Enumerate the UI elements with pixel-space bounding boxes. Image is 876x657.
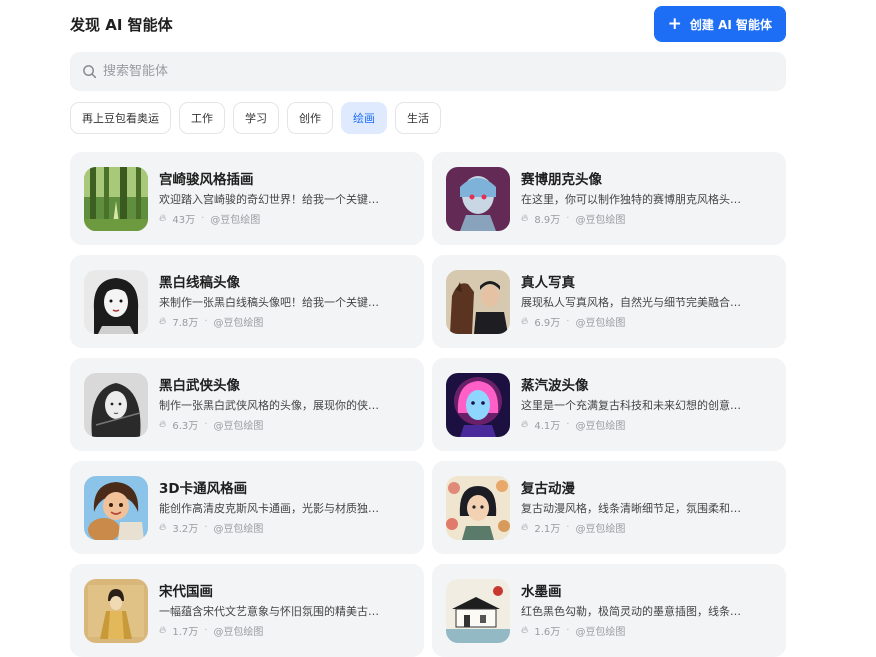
agent-title: 宋代国画 [159, 584, 213, 600]
agent-card-portrait[interactable]: 真人写真 展现私人写真风格，自然光与细节完美融合… 🔥︎ 6.9万 · @豆包绘… [432, 255, 786, 348]
fire-icon: 🔥︎ [521, 522, 529, 533]
agent-title: 水墨画 [521, 584, 562, 600]
tab-create[interactable]: 创作 [287, 102, 333, 134]
agent-description: 展现私人写真风格，自然光与细节完美融合… [521, 296, 741, 309]
separator-dot: · [201, 213, 205, 224]
agent-usage-count: 4.1万 [534, 421, 561, 432]
agent-usage-count: 3.2万 [172, 524, 199, 535]
agent-usage-count: 43万 [172, 215, 196, 226]
page-title: 发现 AI 智能体 [70, 15, 173, 34]
agent-usage-count: 6.9万 [534, 318, 561, 329]
agent-card-vaporwave[interactable]: 蒸汽波头像 这里是一个充满复古科技和未来幻想的创意… 🔥︎ 4.1万 · @豆包… [432, 358, 786, 451]
plus-icon: + [667, 13, 682, 34]
agent-title: 真人写真 [521, 275, 575, 291]
separator-dot: · [566, 213, 570, 224]
separator-dot: · [566, 625, 570, 636]
agent-grid: 宫崎骏风格插画 欢迎踏入宫崎骏的奇幻世界！给我一个关键… 🔥︎ 43万 · @豆… [70, 152, 786, 657]
separator-dot: · [566, 522, 570, 533]
agent-card-cyberpunk[interactable]: 赛博朋克头像 在这里，你可以制作独特的赛博朋克风格头… 🔥︎ 8.9万 · @豆… [432, 152, 786, 245]
tab-painting[interactable]: 绘画 [341, 102, 387, 134]
agent-author: @豆包绘图 [213, 627, 264, 638]
agent-thumbnail-cyber [446, 166, 510, 231]
agent-description: 这里是一个充满复古科技和未来幻想的创意… [521, 399, 741, 412]
header: 发现 AI 智能体 + 创建 AI 智能体 [70, 6, 786, 42]
agent-description: 欢迎踏入宫崎骏的奇幻世界！给我一个关键… [159, 193, 379, 206]
agent-thumbnail-song [84, 578, 148, 643]
agent-usage-count: 6.3万 [172, 421, 199, 432]
agent-usage-count: 2.1万 [534, 524, 561, 535]
separator-dot: · [204, 522, 208, 533]
agent-author: @豆包绘图 [213, 421, 264, 432]
agent-author: @豆包绘图 [210, 215, 261, 226]
separator-dot: · [204, 316, 208, 327]
fire-icon: 🔥︎ [521, 625, 529, 636]
agent-author: @豆包绘图 [575, 215, 626, 226]
agent-description: 在这里，你可以制作独特的赛博朋克风格头… [521, 193, 741, 206]
tab-life[interactable]: 生活 [395, 102, 441, 134]
agent-author: @豆包绘图 [575, 627, 626, 638]
agent-description: 一幅蕴含宋代文艺意象与怀旧氛围的精美古… [159, 605, 379, 618]
create-agent-button[interactable]: + 创建 AI 智能体 [653, 6, 786, 42]
agent-title: 黑白线稿头像 [159, 275, 240, 291]
separator-dot: · [204, 625, 208, 636]
fire-icon: 🔥︎ [521, 316, 529, 327]
agent-author: @豆包绘图 [575, 524, 626, 535]
agent-author: @豆包绘图 [213, 318, 264, 329]
agent-thumbnail-vapor [446, 372, 510, 437]
fire-icon: 🔥︎ [521, 419, 529, 430]
separator-dot: · [566, 316, 570, 327]
fire-icon: 🔥︎ [159, 625, 167, 636]
create-agent-label: 创建 AI 智能体 [689, 17, 772, 32]
agent-description: 红色黑色勾勒，极简灵动的墨意插图，线条… [521, 605, 741, 618]
fire-icon: 🔥︎ [521, 213, 529, 224]
agent-card-miyazaki[interactable]: 宫崎骏风格插画 欢迎踏入宫崎骏的奇幻世界！给我一个关键… 🔥︎ 43万 · @豆… [70, 152, 424, 245]
fire-icon: 🔥︎ [159, 522, 167, 533]
agent-title: 复古动漫 [521, 481, 575, 497]
agent-title: 蒸汽波头像 [521, 378, 589, 394]
agent-usage-count: 1.7万 [172, 627, 199, 638]
agent-author: @豆包绘图 [575, 421, 626, 432]
fire-icon: 🔥︎ [159, 213, 167, 224]
search-bar[interactable] [70, 52, 786, 91]
agent-card-lineart[interactable]: 黑白线稿头像 来制作一张黑白线稿头像吧！给我一个关键… 🔥︎ 7.8万 · @豆… [70, 255, 424, 348]
search-icon [83, 65, 97, 79]
agent-description: 制作一张黑白武侠风格的头像，展现你的侠… [159, 399, 379, 412]
fire-icon: 🔥︎ [159, 419, 167, 430]
agent-thumbnail-forest [84, 166, 148, 231]
agent-thumbnail-anime [446, 475, 510, 540]
agent-title: 3D卡通风格画 [159, 481, 248, 497]
agent-usage-count: 1.6万 [534, 627, 561, 638]
agent-author: @豆包绘图 [575, 318, 626, 329]
agent-card-3d-cartoon[interactable]: 3D卡通风格画 能创作高清皮克斯风卡通画，光影与材质独… 🔥︎ 3.2万 · @… [70, 461, 424, 554]
agent-thumbnail-cartoon [84, 475, 148, 540]
search-input[interactable] [103, 64, 774, 79]
agent-card-song-painting[interactable]: 宋代国画 一幅蕴含宋代文艺意象与怀旧氛围的精美古… 🔥︎ 1.7万 · @豆包绘… [70, 564, 424, 657]
agent-description: 来制作一张黑白线稿头像吧！给我一个关键… [159, 296, 379, 309]
tab-olympics[interactable]: 再上豆包看奥运 [70, 102, 171, 134]
category-tabs: 再上豆包看奥运 工作 学习 创作 绘画 生活 [70, 102, 441, 134]
agent-thumbnail-lineart [84, 269, 148, 334]
agent-thumbnail-wuxia [84, 372, 148, 437]
agent-author: @豆包绘图 [213, 524, 264, 535]
separator-dot: · [566, 419, 570, 430]
agent-description: 能创作高清皮克斯风卡通画，光影与材质独… [159, 502, 379, 515]
agent-title: 宫崎骏风格插画 [159, 172, 254, 188]
discover-agents-page: 发现 AI 智能体 + 创建 AI 智能体 再上豆包看奥运 工作 学习 创作 绘… [0, 0, 876, 657]
fire-icon: 🔥︎ [159, 316, 167, 327]
agent-usage-count: 7.8万 [172, 318, 199, 329]
agent-card-ink-painting[interactable]: 水墨画 红色黑色勾勒，极简灵动的墨意插图，线条… 🔥︎ 1.6万 · @豆包绘图 [432, 564, 786, 657]
agent-card-wuxia[interactable]: 黑白武侠头像 制作一张黑白武侠风格的头像，展现你的侠… 🔥︎ 6.3万 · @豆… [70, 358, 424, 451]
separator-dot: · [204, 419, 208, 430]
agent-usage-count: 8.9万 [534, 215, 561, 226]
agent-title: 黑白武侠头像 [159, 378, 240, 394]
agent-description: 复古动漫风格，线条清晰细节足，氛围柔和… [521, 502, 741, 515]
tab-study[interactable]: 学习 [233, 102, 279, 134]
agent-title: 赛博朋克头像 [521, 172, 602, 188]
agent-card-retro-anime[interactable]: 复古动漫 复古动漫风格，线条清晰细节足，氛围柔和… 🔥︎ 2.1万 · @豆包绘… [432, 461, 786, 554]
agent-thumbnail-portrait [446, 269, 510, 334]
agent-thumbnail-ink [446, 578, 510, 643]
tab-work[interactable]: 工作 [179, 102, 225, 134]
